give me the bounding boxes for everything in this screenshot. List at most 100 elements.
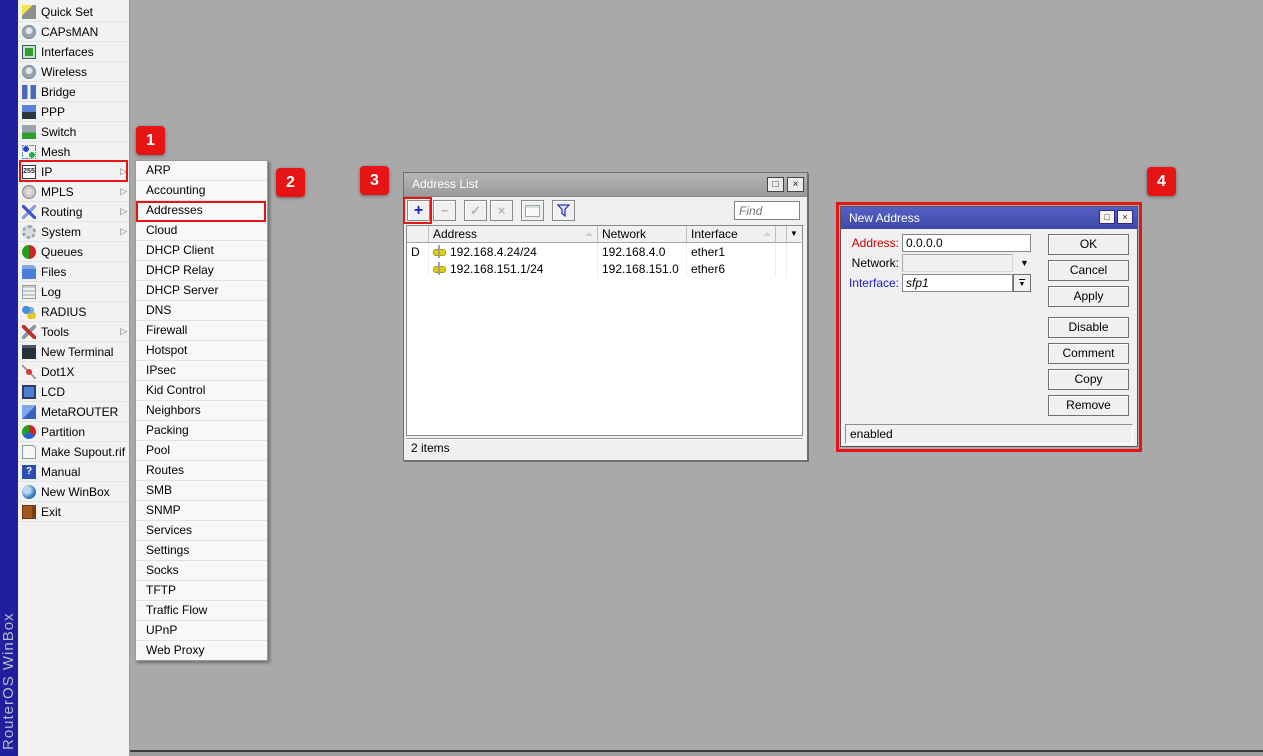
row-address: 192.168.151.1/24 bbox=[429, 260, 598, 277]
sidebar-item-ip[interactable]: 255IP▷ bbox=[18, 162, 129, 182]
sidebar-item-make-supout[interactable]: Make Supout.rif bbox=[18, 442, 129, 462]
sidebar-item-system[interactable]: System▷ bbox=[18, 222, 129, 242]
mpls-icon bbox=[22, 185, 36, 199]
partition-icon bbox=[22, 425, 36, 439]
submenu-item-dhcp-server[interactable]: DHCP Server bbox=[136, 281, 267, 301]
remove-button[interactable]: − bbox=[433, 200, 456, 221]
sidebar-item-routing[interactable]: Routing▷ bbox=[18, 202, 129, 222]
column-header-network[interactable]: Network bbox=[598, 226, 687, 243]
sidebar-item-new-terminal[interactable]: New Terminal bbox=[18, 342, 129, 362]
submenu-arrow-icon: ▷ bbox=[120, 206, 129, 217]
interface-combo-button[interactable]: ▼ bbox=[1013, 274, 1031, 292]
sidebar-item-metarouter[interactable]: MetaROUTER bbox=[18, 402, 129, 422]
dropdown-icon[interactable]: ▼ bbox=[1020, 254, 1029, 272]
find-input[interactable] bbox=[734, 201, 800, 220]
remove-button[interactable]: Remove bbox=[1048, 395, 1129, 416]
submenu-item-hotspot[interactable]: Hotspot bbox=[136, 341, 267, 361]
enable-button[interactable]: ✓ bbox=[464, 200, 487, 221]
submenu-item-firewall[interactable]: Firewall bbox=[136, 321, 267, 341]
radius-icon bbox=[22, 305, 36, 319]
sidebar-item-label: System bbox=[41, 225, 120, 239]
disable-button[interactable]: Disable bbox=[1048, 317, 1129, 338]
sidebar-item-manual[interactable]: ?Manual bbox=[18, 462, 129, 482]
brand-strip: RouterOS WinBox bbox=[0, 0, 18, 756]
sidebar-item-bridge[interactable]: Bridge bbox=[18, 82, 129, 102]
submenu-item-socks[interactable]: Socks bbox=[136, 561, 267, 581]
close-icon[interactable]: × bbox=[787, 177, 804, 192]
submenu-item-services[interactable]: Services bbox=[136, 521, 267, 541]
row-flag: D bbox=[407, 243, 429, 260]
column-header-flags[interactable] bbox=[407, 226, 429, 243]
sidebar-item-tools[interactable]: Tools▷ bbox=[18, 322, 129, 342]
submenu-item-tftp[interactable]: TFTP bbox=[136, 581, 267, 601]
sidebar-item-mesh[interactable]: Mesh bbox=[18, 142, 129, 162]
sidebar-item-interfaces[interactable]: Interfaces bbox=[18, 42, 129, 62]
maximize-icon[interactable]: □ bbox=[1099, 210, 1115, 224]
sidebar-item-radius[interactable]: RADIUS bbox=[18, 302, 129, 322]
sidebar-item-queues[interactable]: Queues bbox=[18, 242, 129, 262]
sidebar-item-label: Routing bbox=[41, 205, 120, 219]
submenu-item-pool[interactable]: Pool bbox=[136, 441, 267, 461]
ok-button[interactable]: OK bbox=[1048, 234, 1129, 255]
maximize-icon[interactable]: □ bbox=[767, 177, 784, 192]
sidebar-item-partition[interactable]: Partition bbox=[18, 422, 129, 442]
add-button[interactable]: + bbox=[407, 200, 430, 221]
submenu-item-settings[interactable]: Settings bbox=[136, 541, 267, 561]
submenu-item-packing[interactable]: Packing bbox=[136, 421, 267, 441]
address-list-titlebar[interactable]: Address List □ × bbox=[404, 173, 807, 197]
sidebar-item-log[interactable]: Log bbox=[18, 282, 129, 302]
submenu-item-dns[interactable]: DNS bbox=[136, 301, 267, 321]
capsman-icon bbox=[22, 25, 36, 39]
disable-button[interactable]: × bbox=[490, 200, 513, 221]
comment-button[interactable] bbox=[521, 200, 544, 221]
submenu-item-ipsec[interactable]: IPsec bbox=[136, 361, 267, 381]
submenu-item-smb[interactable]: SMB bbox=[136, 481, 267, 501]
copy-button[interactable]: Copy bbox=[1048, 369, 1129, 390]
submenu-item-accounting[interactable]: Accounting bbox=[136, 181, 267, 201]
column-header-interface[interactable]: Interface bbox=[687, 226, 776, 243]
sidebar-item-new-winbox[interactable]: New WinBox bbox=[18, 482, 129, 502]
sidebar-item-quick-set[interactable]: Quick Set bbox=[18, 2, 129, 22]
submenu-item-arp[interactable]: ARP bbox=[136, 161, 267, 181]
table-row[interactable]: D 192.168.4.24/24 192.168.4.0 ether1 bbox=[407, 243, 802, 260]
network-field[interactable] bbox=[902, 254, 1013, 272]
apply-button[interactable]: Apply bbox=[1048, 286, 1129, 307]
funnel-icon bbox=[557, 204, 570, 217]
sidebar-item-mpls[interactable]: MPLS▷ bbox=[18, 182, 129, 202]
submenu-item-neighbors[interactable]: Neighbors bbox=[136, 401, 267, 421]
submenu-item-snmp[interactable]: SNMP bbox=[136, 501, 267, 521]
sidebar: Quick Set CAPsMAN Interfaces Wireless Br… bbox=[18, 0, 130, 756]
submenu-item-web-proxy[interactable]: Web Proxy bbox=[136, 641, 267, 660]
submenu-item-addresses[interactable]: Addresses bbox=[136, 201, 267, 221]
sidebar-item-capsman[interactable]: CAPsMAN bbox=[18, 22, 129, 42]
submenu-item-kid-control[interactable]: Kid Control bbox=[136, 381, 267, 401]
new-address-titlebar[interactable]: New Address □ × bbox=[841, 207, 1137, 229]
comment-button[interactable]: Comment bbox=[1048, 343, 1129, 364]
interface-field[interactable] bbox=[902, 274, 1013, 292]
submenu-item-upnp[interactable]: UPnP bbox=[136, 621, 267, 641]
close-icon[interactable]: × bbox=[1117, 210, 1133, 224]
new-address-dialog: New Address □ × Address: Network: ▼ Inte… bbox=[840, 206, 1138, 447]
submenu-item-traffic-flow[interactable]: Traffic Flow bbox=[136, 601, 267, 621]
filter-button[interactable] bbox=[552, 200, 575, 221]
sidebar-item-lcd[interactable]: LCD bbox=[18, 382, 129, 402]
sidebar-item-ppp[interactable]: PPP bbox=[18, 102, 129, 122]
sidebar-item-switch[interactable]: Switch bbox=[18, 122, 129, 142]
submenu-item-cloud[interactable]: Cloud bbox=[136, 221, 267, 241]
column-header-address[interactable]: Address bbox=[429, 226, 598, 243]
step-badge-2: 2 bbox=[276, 168, 305, 197]
sidebar-item-wireless[interactable]: Wireless bbox=[18, 62, 129, 82]
sidebar-item-dot1x[interactable]: Dot1X bbox=[18, 362, 129, 382]
submenu-item-routes[interactable]: Routes bbox=[136, 461, 267, 481]
cancel-button[interactable]: Cancel bbox=[1048, 260, 1129, 281]
submenu-item-dhcp-relay[interactable]: DHCP Relay bbox=[136, 261, 267, 281]
terminal-icon bbox=[22, 345, 36, 359]
sidebar-item-exit[interactable]: Exit bbox=[18, 502, 129, 522]
submenu-item-dhcp-client[interactable]: DHCP Client bbox=[136, 241, 267, 261]
table-row[interactable]: 192.168.151.1/24 192.168.151.0 ether6 bbox=[407, 260, 802, 277]
column-select-button[interactable]: ▼ bbox=[787, 226, 801, 243]
sidebar-item-label: LCD bbox=[41, 385, 129, 399]
step-badge-1: 1 bbox=[136, 126, 165, 155]
sidebar-item-files[interactable]: Files bbox=[18, 262, 129, 282]
address-field[interactable] bbox=[902, 234, 1031, 252]
